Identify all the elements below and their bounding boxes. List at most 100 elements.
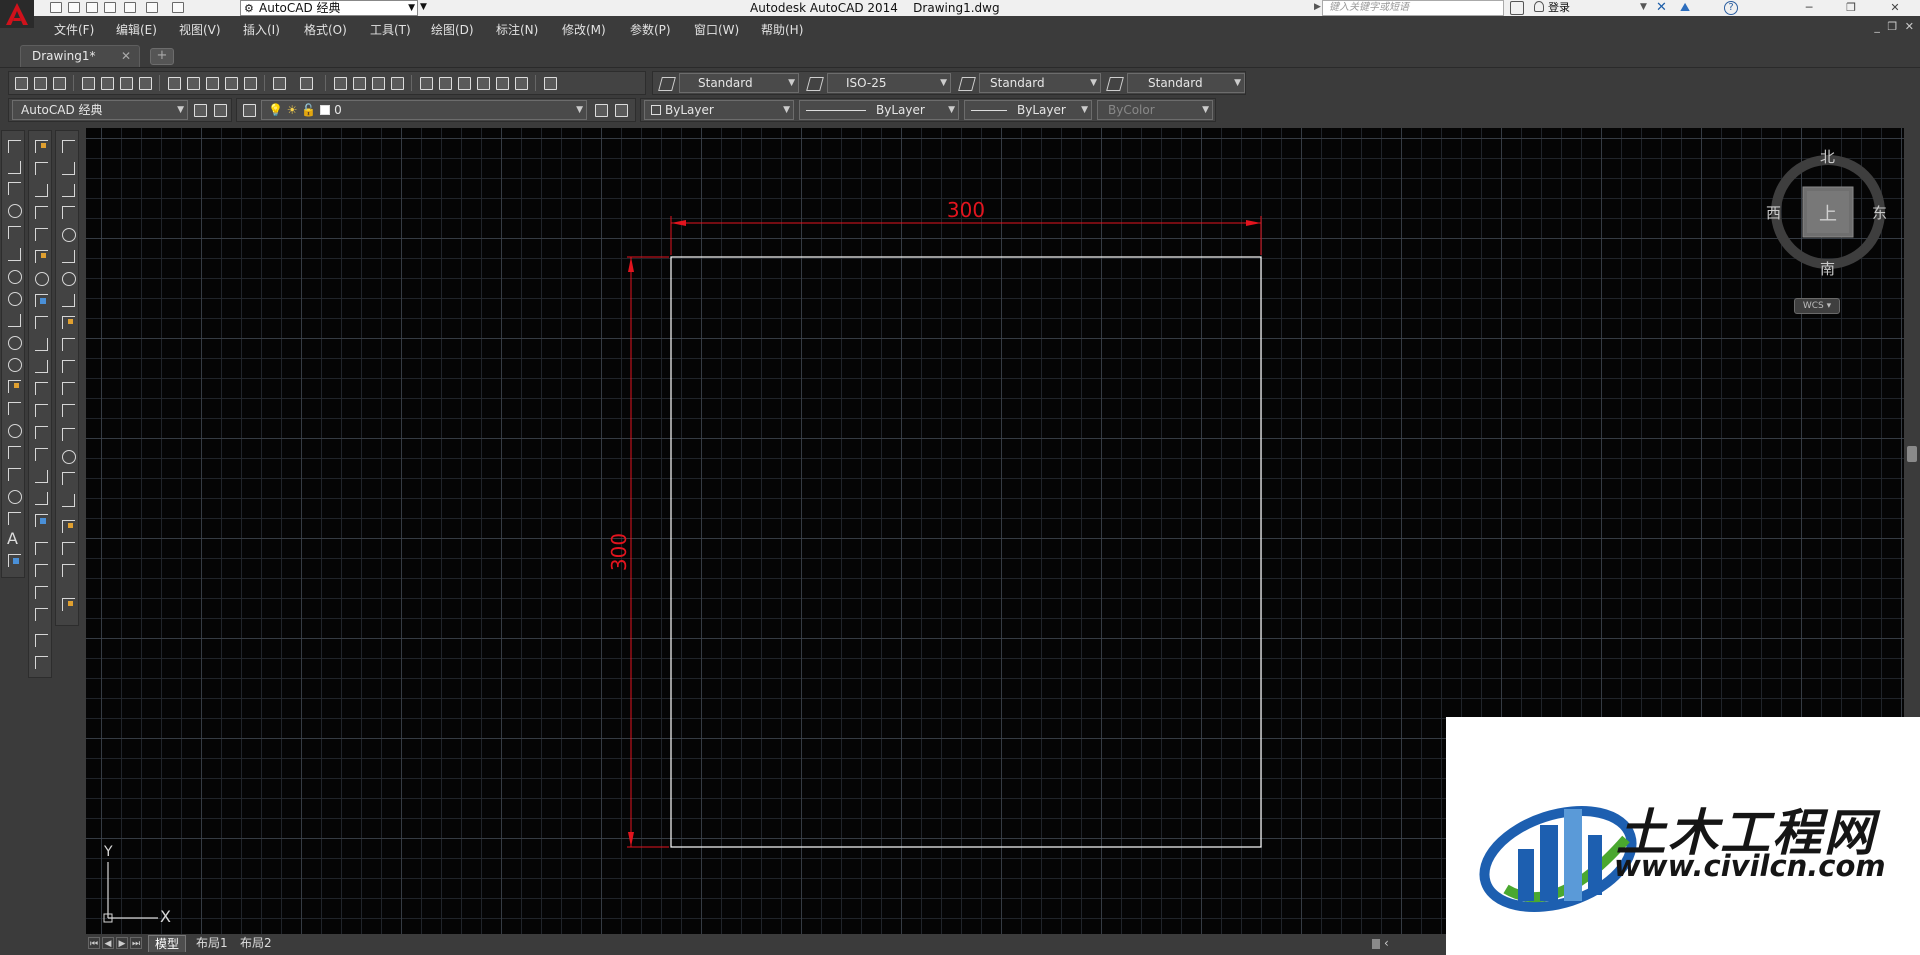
layer-previous-icon[interactable] [612,101,630,119]
pan-icon[interactable] [331,74,349,92]
add-selected-icon[interactable] [5,551,23,569]
menu-help[interactable]: 帮助(H) [761,21,803,38]
search-input[interactable]: 键入关键字或短语 [1322,0,1504,16]
dimension-style-icon[interactable] [805,74,823,92]
menu-dimension[interactable]: 标注(N) [496,21,538,38]
binoculars-icon[interactable] [1510,1,1524,15]
hatch-icon[interactable] [5,443,23,461]
redo-icon[interactable] [297,74,315,92]
new-icon[interactable] [50,2,62,13]
wcs-menu[interactable]: WCS ▾ [1794,298,1840,314]
erase-icon[interactable] [32,137,50,155]
color-select[interactable]: ByLayer ▼ [644,100,794,120]
menu-tools[interactable]: 工具(T) [370,21,411,38]
lineweight-select[interactable]: ByLayer ▼ [964,100,1092,120]
viewcube[interactable]: 北 南 东 西 上 WCS ▾ [1756,142,1887,322]
dimension-update-icon[interactable] [59,561,77,579]
tab-layout1[interactable]: 布局1 [190,935,234,952]
radius-dimension-icon[interactable] [59,225,77,243]
new-tab-button[interactable]: + [150,48,174,65]
gradient-icon[interactable] [5,465,23,483]
line-icon[interactable] [5,137,23,155]
region-icon[interactable] [5,487,23,505]
match-properties-icon[interactable] [222,74,240,92]
close-button[interactable]: ✕ [1872,0,1918,16]
viewcube-top-face[interactable]: 上 [1819,200,1837,226]
revision-cloud-icon[interactable] [5,289,23,307]
continue-dimension-icon[interactable] [59,357,77,375]
ordinate-dimension-icon[interactable] [59,203,77,221]
autodesk-360-icon[interactable]: ⛰ [1680,0,1690,15]
menu-insert[interactable]: 插入(I) [243,21,280,38]
center-mark-icon[interactable] [59,447,77,465]
publish-icon[interactable] [117,74,135,92]
login-dropdown-icon[interactable]: ▼ [1640,2,1647,12]
ellipse-icon[interactable] [5,333,23,351]
viewcube-west-label[interactable]: 西 [1766,202,1781,223]
markup-icon[interactable] [493,74,511,92]
menu-edit[interactable]: 编辑(E) [116,21,157,38]
workspace-settings-icon[interactable] [191,101,209,119]
blend-curves-icon[interactable] [32,489,50,507]
menu-window[interactable]: 窗口(W) [694,21,739,38]
workspace-select[interactable]: ⚙ AutoCAD 经典 ▼ [240,0,418,16]
restore-button[interactable]: ❐ [1828,0,1874,16]
mirror-icon[interactable] [32,181,50,199]
join-icon[interactable] [32,423,50,441]
block-editor-icon[interactable] [241,74,259,92]
horizontal-dimension-text[interactable]: 300 [947,198,985,222]
menu-draw[interactable]: 绘图(D) [431,21,474,38]
make-block-icon[interactable] [5,399,23,417]
dimension-text-edit-icon[interactable] [59,539,77,557]
application-menu-button[interactable] [0,0,34,28]
hatch-to-back-icon[interactable] [32,653,50,671]
doc-restore-button[interactable]: ❐ [1887,20,1897,33]
sheet-set-icon[interactable] [474,74,492,92]
copy-icon[interactable] [184,74,202,92]
table-style-select[interactable]: Standard ▼ [979,73,1101,93]
next-layout-icon[interactable]: ▶ [116,937,128,949]
vertical-dimension[interactable] [627,256,669,848]
tolerance-icon[interactable] [59,425,77,443]
dimension-space-icon[interactable] [59,379,77,397]
circle-icon[interactable] [5,267,23,285]
exchange-icon[interactable]: ✕ [1656,0,1667,15]
draworder-front-icon[interactable] [32,539,50,557]
undo-icon[interactable] [270,74,288,92]
diameter-dimension-icon[interactable] [59,269,77,287]
inspection-icon[interactable] [59,469,77,487]
quickcalc-icon[interactable] [512,74,530,92]
angular-dimension-icon[interactable] [59,291,77,309]
undo-icon[interactable] [146,2,158,13]
plot-icon[interactable] [79,74,97,92]
table-style-icon[interactable] [957,74,975,92]
plot-icon[interactable] [124,2,136,13]
square-rectangle[interactable] [670,256,1262,848]
table-icon[interactable] [5,509,23,527]
arc-length-icon[interactable] [59,181,77,199]
workspace-toolbar-select[interactable]: AutoCAD 经典 ▼ [12,100,188,120]
linear-dimension-icon[interactable] [59,137,77,155]
jogged-linear-icon[interactable] [59,491,77,509]
vertical-dimension-text[interactable]: 300 [607,533,631,571]
help-icon[interactable] [541,74,559,92]
make-current-layer-icon[interactable] [592,101,610,119]
dimension-edit-icon[interactable] [59,517,77,535]
paste-icon[interactable] [203,74,221,92]
baseline-dimension-icon[interactable] [59,335,77,353]
viewcube-north-label[interactable]: 北 [1820,146,1835,167]
tool-palettes-icon[interactable] [455,74,473,92]
fillet-icon[interactable] [32,467,50,485]
move-icon[interactable] [32,247,50,265]
ellipse-arc-icon[interactable] [5,355,23,373]
text-style-icon[interactable] [657,74,675,92]
arc-icon[interactable] [5,245,23,263]
search-expand-icon[interactable]: ▶ [1314,2,1321,12]
break-icon[interactable] [32,401,50,419]
save-icon[interactable] [86,2,98,13]
dimension-style-manager-icon[interactable] [59,595,77,613]
menu-view[interactable]: 视图(V) [179,21,221,38]
insert-block-icon[interactable] [5,377,23,395]
draworder-above-icon[interactable] [32,583,50,601]
multileader-style-select[interactable]: Standard ▼ [1127,73,1245,93]
